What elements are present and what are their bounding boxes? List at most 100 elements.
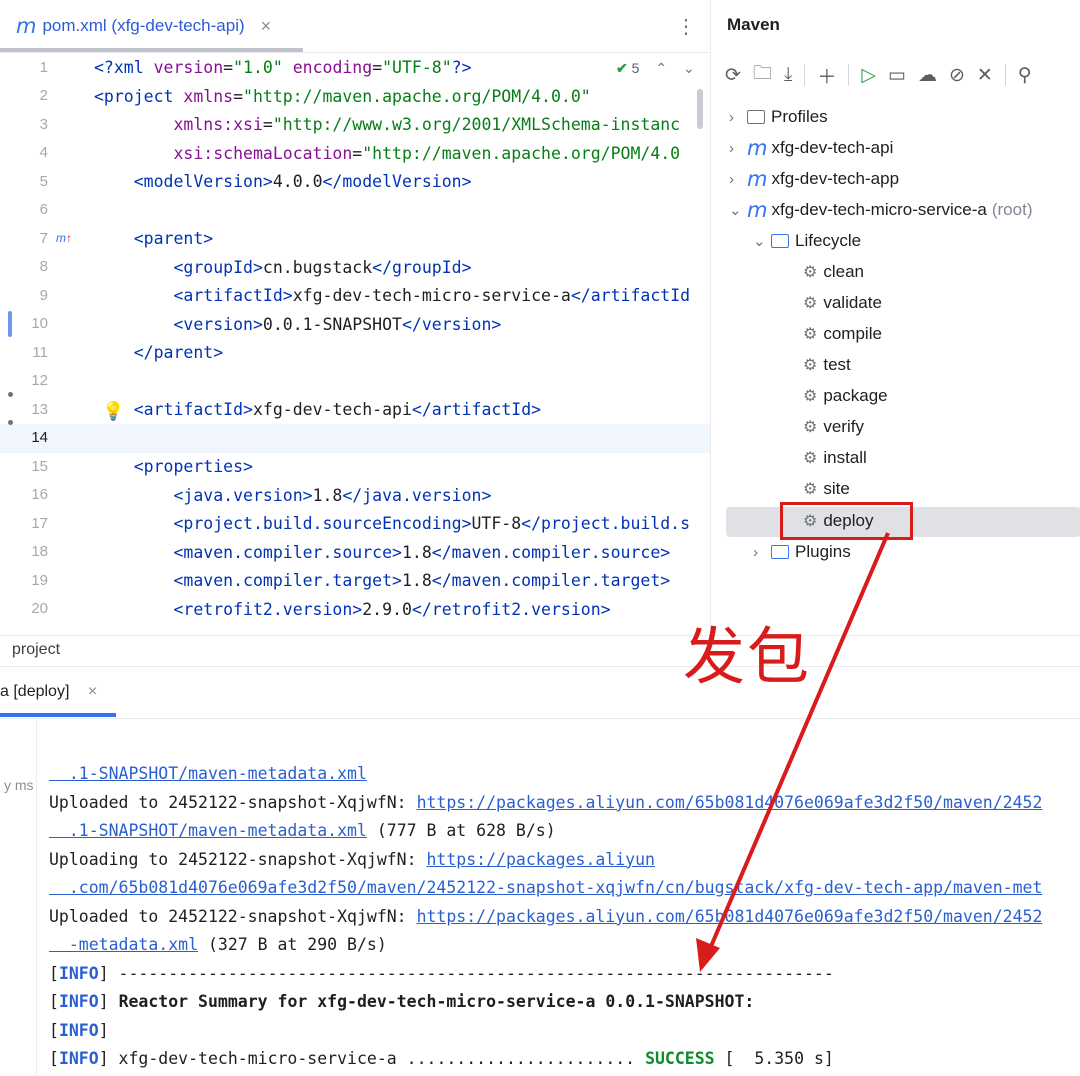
goal-test[interactable]: ⚙ test [803,350,851,380]
console-line: [INFO] [49,1017,109,1045]
add-icon[interactable]: ＋ [817,62,836,89]
reload-folder-icon[interactable]: 🗀 [753,59,772,91]
goal-package[interactable]: ⚙ package [803,381,888,411]
code-area[interactable]: <?xml version="1.0" encoding="UTF-8"?> <p… [94,53,710,635]
code-line[interactable]: <?xml version="1.0" encoding="UTF-8"?> [94,54,472,82]
console-link[interactable]: https://packages.aliyun.com/65b081d4076e… [417,793,1043,812]
line-number: 5 [39,173,48,190]
code-token: 0.0.1-SNAPSHOT [262,314,402,334]
console-link[interactable]: https://packages.aliyun.com/65b081d4076e… [417,907,1043,926]
check-icon: ✔ [616,60,628,76]
breadcrumb-item[interactable]: project [12,641,60,659]
goal-label: validate [823,293,882,312]
console-link[interactable]: .com/65b081d4076e069afe3d2f50/maven/2452… [49,878,1043,897]
line-number-gutter: 1 2 3 4 5 6 7 m↑ 8 9 10 11 12 13 💡 14 15… [0,53,124,635]
line-number: 6 [39,201,48,218]
code-line[interactable]: <maven.compiler.source>1.8</maven.compil… [94,539,670,567]
chevron-right-icon[interactable]: › [753,544,771,561]
code-line[interactable]: <artifactId>xfg-dev-tech-micro-service-a… [94,282,690,310]
chevron-down-icon[interactable]: ⌄ [729,201,747,219]
goal-validate[interactable]: ⚙ validate [803,288,882,318]
editor-tab-pom[interactable]: m pom.xml (xfg-dev-tech-api) × [0,0,271,52]
goal-site[interactable]: ⚙ site [803,474,850,504]
code-token: </groupId> [372,257,472,277]
line-number: 13 [31,401,48,418]
console-token: ] xfg-dev-tech-micro-service-a .........… [98,1049,646,1068]
goal-verify[interactable]: ⚙ verify [803,412,864,442]
offline-icon[interactable]: ☁ [918,64,937,87]
chevron-right-icon[interactable]: › [729,140,747,157]
execute-goal-icon[interactable]: ▭ [888,64,906,87]
editor-scrollbar[interactable] [697,89,703,129]
code-line[interactable]: <properties> [94,453,253,481]
tree-node-module-app[interactable]: › m xfg-dev-tech-app [729,164,899,194]
chevron-right-icon[interactable]: › [729,171,747,188]
code-line[interactable]: <project xmlns="http://maven.apache.org/… [94,83,591,111]
console-token: [ [49,1020,59,1040]
code-token: </artifactId> [411,400,542,419]
console-line: Uploaded to 2452122-snapshot-XqjwfN: htt… [49,903,1042,931]
console-link[interactable]: -metadata.xml [49,935,198,954]
console-link[interactable]: .1-SNAPSHOT/maven-metadata.xml [49,764,367,783]
run-console[interactable]: y ms .1-SNAPSHOT/maven-metadata.xml Uploa… [0,719,1080,1076]
console-link[interactable]: .1-SNAPSHOT/maven-metadata.xml [49,821,367,840]
run-tab-label: a [deploy] [0,683,70,700]
code-token: <version> [173,314,263,334]
collapse-icon[interactable]: ✕ [977,64,993,87]
code-line[interactable]: <java.version>1.8</java.version> [94,482,491,510]
tree-node-lifecycle[interactable]: ⌄ Lifecycle [753,226,861,256]
tree-node-profiles[interactable]: › Profiles [729,102,828,132]
skip-tests-icon[interactable]: ⊘ [949,64,965,87]
code-line[interactable]: <project.build.sourceEncoding>UTF-8</pro… [94,510,690,538]
goal-label: site [823,479,850,498]
more-options-icon[interactable]: ⋮ [676,14,696,39]
code-line[interactable]: xsi:schemaLocation="http://maven.apache.… [94,140,680,168]
line-number: 17 [31,515,48,532]
goal-compile[interactable]: ⚙ compile [803,319,882,349]
chevron-right-icon[interactable]: › [729,109,747,126]
code-line[interactable]: <parent> [94,225,213,253]
chevron-down-icon[interactable]: ⌄ [753,232,771,250]
inspection-widget[interactable]: ✔ 5 ⌃ ⌄ [616,60,695,77]
prev-problem-icon[interactable]: ⌃ [655,60,667,76]
code-line[interactable]: <retrofit2.version>2.9.0</retrofit2.vers… [94,596,610,624]
code-token: xfg-dev-tech-micro-service-a [292,286,571,305]
run-icon[interactable]: ▷ [861,64,876,87]
goal-label: install [823,448,867,467]
code-token: <project [94,86,184,106]
code-token: <groupId> [173,257,263,277]
code-line[interactable]: <artifactId>xfg-dev-tech-api</artifactId… [94,396,541,424]
search-icon[interactable]: ⚲ [1018,64,1032,87]
next-problem-icon[interactable]: ⌄ [683,60,695,76]
line-number: 19 [31,572,48,589]
code-line[interactable]: </parent> [94,339,223,367]
code-line[interactable]: xmlns:xsi="http://www.w3.org/2001/XMLSch… [94,111,680,139]
code-token: encoding [292,58,373,77]
parent-pom-icon[interactable]: m↑ [56,231,72,245]
goal-install[interactable]: ⚙ install [803,443,867,473]
console-line: [INFO] Reactor Summary for xfg-dev-tech-… [49,988,754,1016]
tree-node-module-api[interactable]: › m xfg-dev-tech-api [729,133,893,163]
tree-node-plugins[interactable]: › Plugins [753,537,851,567]
code-line[interactable]: <version>0.0.1-SNAPSHOT</version> [94,311,501,339]
code-line[interactable]: <groupId>cn.bugstack</groupId> [94,254,472,282]
code-token: </maven.compiler.source> [431,542,671,562]
goal-clean[interactable]: ⚙ clean [803,257,864,287]
download-icon[interactable]: ⤓ [784,64,792,86]
close-tab-icon[interactable]: × [261,16,272,37]
run-tab-deploy[interactable]: a [deploy] × [0,683,97,701]
editor-pane[interactable]: m pom.xml (xfg-dev-tech-api) × ⋮ 1 2 3 4… [0,0,710,635]
tree-node-module-root[interactable]: ⌄ m xfg-dev-tech-micro-service-a (root) [729,195,1032,225]
close-tab-icon[interactable]: × [88,683,97,700]
console-link[interactable]: https://packages.aliyun [427,850,655,869]
code-token: </version> [401,314,502,334]
goal-label: verify [823,417,864,436]
reload-icon[interactable]: ⟳ [725,64,741,87]
code-line[interactable]: <maven.compiler.target>1.8</maven.compil… [94,567,670,595]
code-line[interactable]: <modelVersion>4.0.0</modelVersion> [94,168,472,196]
